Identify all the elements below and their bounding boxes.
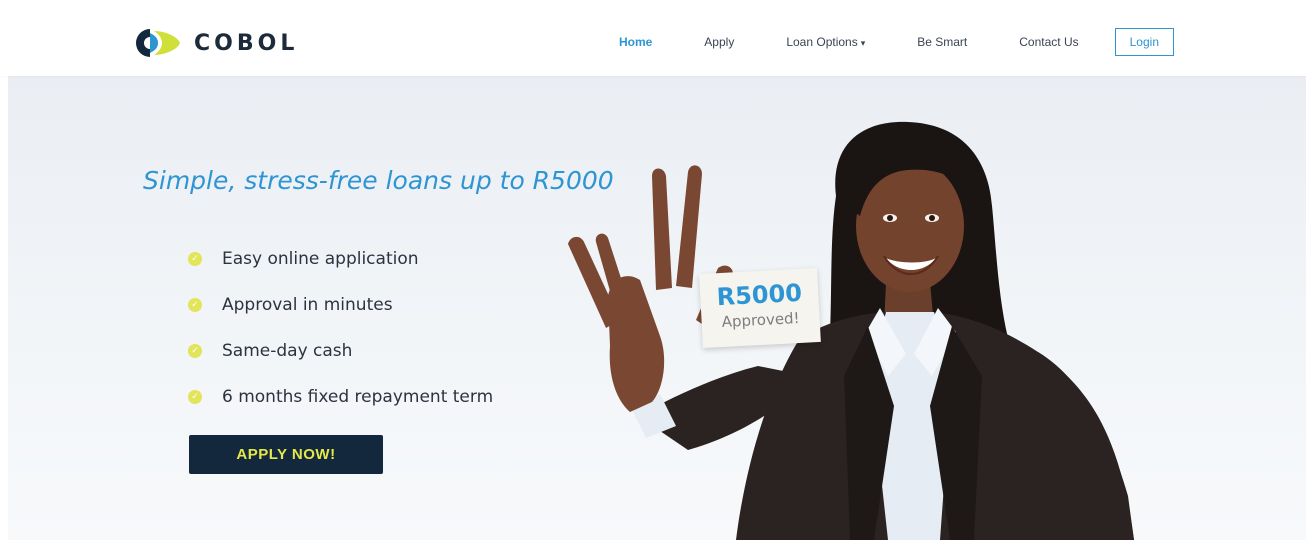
login-button[interactable]: Login: [1114, 28, 1174, 56]
nav-home[interactable]: Home: [619, 35, 652, 49]
hero-person-image: [568, 121, 1134, 540]
hero-section: Simple, stress-free loans up to R5000 ✓ …: [8, 76, 1306, 540]
brand-name: COBOL: [194, 30, 299, 56]
nav-be-smart[interactable]: Be Smart: [917, 35, 967, 49]
feature-item: ✓ Approval in minutes: [188, 282, 493, 328]
logo[interactable]: COBOL: [128, 26, 328, 60]
feature-label: Same-day cash: [222, 341, 353, 361]
chevron-down-icon: ▾: [860, 38, 866, 48]
feature-label: Approval in minutes: [222, 295, 393, 315]
feature-item: ✓ Same-day cash: [188, 328, 493, 374]
check-icon: ✓: [188, 298, 202, 312]
main-nav: Home Apply Loan Options ▾ Be Smart Contac…: [567, 28, 1174, 56]
feature-item: ✓ Easy online application: [188, 236, 493, 282]
feature-list: ✓ Easy online application ✓ Approval in …: [188, 236, 493, 420]
feature-label: 6 months fixed repayment term: [222, 387, 494, 407]
hero-headline: Simple, stress-free loans up to R5000: [143, 166, 614, 195]
apply-now-button[interactable]: APPLY NOW!: [189, 435, 383, 474]
page: COBOL Home Apply Loan Options ▾ Be Smart …: [0, 0, 1306, 540]
nav-contact-us[interactable]: Contact Us: [1019, 35, 1078, 49]
check-icon: ✓: [188, 252, 202, 266]
badge-amount: R5000: [716, 278, 803, 312]
nav-apply[interactable]: Apply: [704, 35, 734, 49]
feature-label: Easy online application: [222, 249, 419, 269]
cobol-logo-icon: [136, 29, 180, 57]
badge-status: Approved!: [721, 308, 801, 332]
nav-loan-options[interactable]: Loan Options ▾: [786, 35, 865, 49]
check-icon: ✓: [188, 344, 202, 358]
feature-item: ✓ 6 months fixed repayment term: [188, 374, 493, 420]
navbar: COBOL Home Apply Loan Options ▾ Be Smart …: [0, 0, 1306, 76]
nav-loan-options-label: Loan Options: [786, 35, 858, 49]
approved-badge: R5000 Approved!: [699, 267, 821, 349]
check-icon: ✓: [188, 390, 202, 404]
